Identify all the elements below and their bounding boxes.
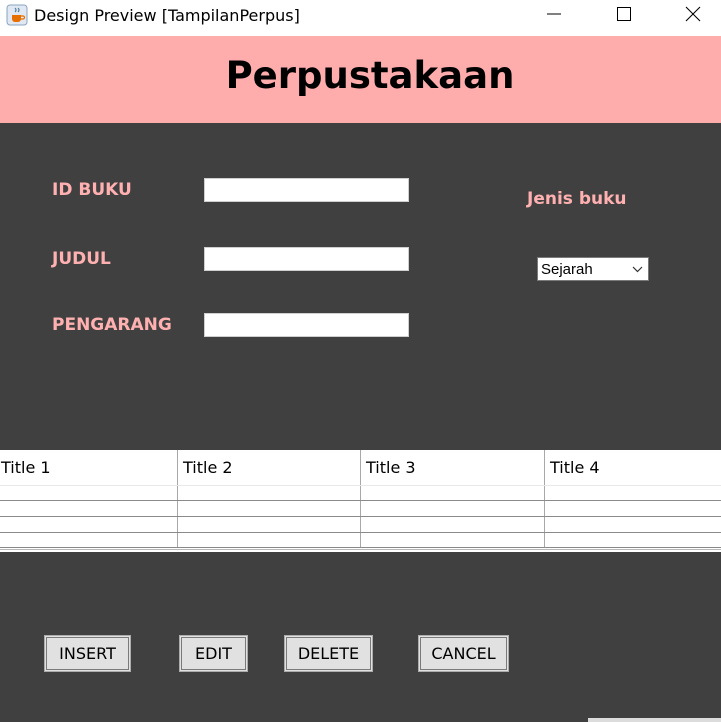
book-table[interactable]: Title 1 Title 2 Title 3 Title 4 bbox=[0, 450, 721, 550]
table-header-title-4[interactable]: Title 4 bbox=[549, 450, 721, 485]
id-buku-label: ID BUKU bbox=[52, 180, 132, 200]
close-button[interactable] bbox=[659, 0, 721, 30]
window-titlebar[interactable]: Design Preview [TampilanPerpus] bbox=[0, 0, 721, 36]
table-header-title-1[interactable]: Title 1 bbox=[0, 450, 177, 485]
table-header-title-3[interactable]: Title 3 bbox=[365, 450, 544, 485]
window-edge bbox=[588, 718, 721, 722]
jenis-buku-select[interactable]: Sejarah bbox=[537, 257, 649, 281]
table-row-divider bbox=[0, 547, 721, 548]
cancel-button[interactable]: CANCEL bbox=[418, 635, 509, 672]
close-icon bbox=[685, 6, 701, 22]
minimize-icon bbox=[547, 13, 561, 15]
pengarang-label: PENGARANG bbox=[52, 315, 172, 335]
header-divider bbox=[0, 485, 721, 486]
maximize-icon bbox=[617, 7, 631, 21]
column-divider bbox=[177, 450, 178, 548]
delete-button[interactable]: DELETE bbox=[284, 635, 373, 672]
insert-button[interactable]: INSERT bbox=[44, 635, 131, 672]
window-title: Design Preview [TampilanPerpus] bbox=[34, 6, 300, 25]
column-divider bbox=[544, 450, 545, 548]
maximize-button[interactable] bbox=[590, 0, 660, 30]
judul-label: JUDUL bbox=[52, 249, 111, 269]
id-buku-input[interactable] bbox=[204, 178, 409, 202]
header-banner: Perpustakaan bbox=[0, 36, 721, 123]
table-header-title-2[interactable]: Title 2 bbox=[182, 450, 360, 485]
judul-input[interactable] bbox=[204, 247, 409, 271]
button-panel: INSERT EDIT DELETE CANCEL bbox=[0, 552, 721, 722]
page-title: Perpustakaan bbox=[225, 54, 515, 97]
column-divider bbox=[360, 450, 361, 548]
java-cup-icon bbox=[6, 4, 28, 26]
table-row-divider bbox=[0, 532, 721, 533]
edit-button[interactable]: EDIT bbox=[179, 635, 248, 672]
pengarang-input[interactable] bbox=[204, 313, 409, 337]
table-bottom-border bbox=[0, 549, 721, 550]
minimize-button[interactable] bbox=[520, 0, 590, 30]
table-row-divider bbox=[0, 500, 721, 501]
table-row-divider bbox=[0, 516, 721, 517]
jenis-buku-selected: Sejarah bbox=[541, 261, 593, 278]
chevron-down-icon bbox=[632, 266, 643, 273]
form-panel: ID BUKU JUDUL PENGARANG Jenis buku Sejar… bbox=[0, 123, 721, 450]
jenis-buku-label: Jenis buku bbox=[527, 189, 627, 209]
